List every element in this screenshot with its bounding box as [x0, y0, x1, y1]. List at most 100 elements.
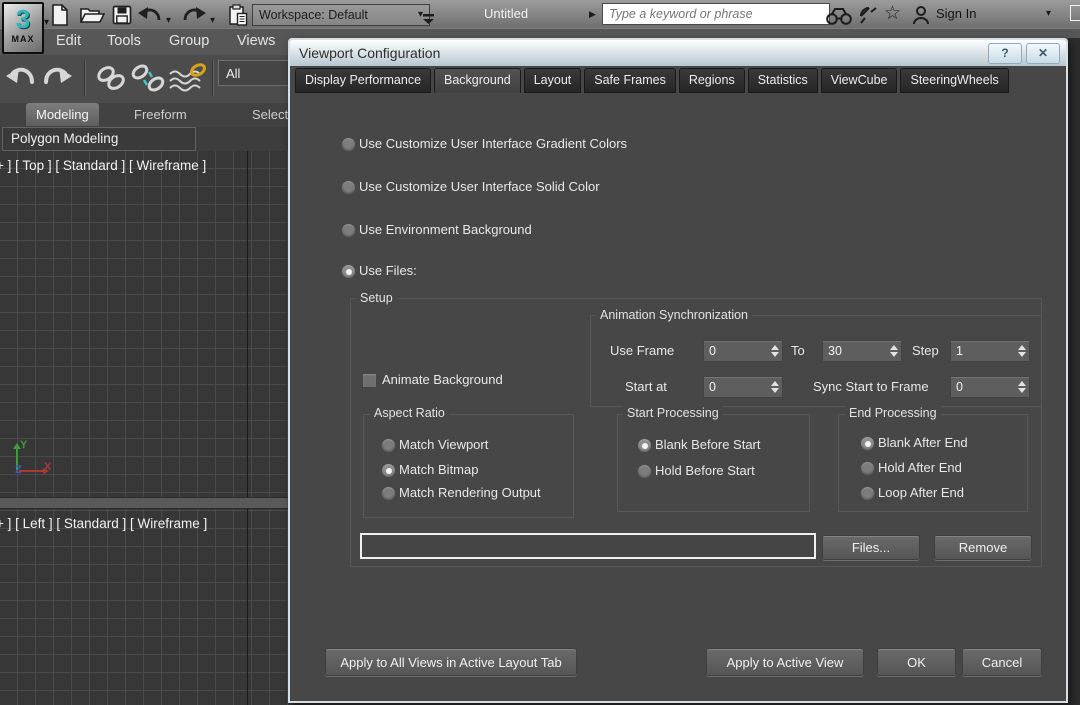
radio-hold-after-end[interactable]	[860, 461, 875, 476]
unlink-selection-icon[interactable]	[130, 63, 166, 98]
step-spinner[interactable]: 1	[950, 340, 1030, 362]
start-at-spinner[interactable]: 0	[703, 376, 783, 398]
dialog-title-bar[interactable]: Viewport Configuration ? ✕	[290, 40, 1066, 66]
sync-start-to-frame-label: Sync Start to Frame	[813, 379, 929, 394]
spinner-arrows-icon[interactable]	[887, 341, 901, 361]
help-button[interactable]: ?	[988, 43, 1022, 64]
radio-match-rendering-output-label[interactable]: Match Rendering Output	[399, 485, 541, 500]
viewport-splitter[interactable]	[0, 497, 292, 509]
undo-icon[interactable]	[138, 4, 162, 26]
tab-background[interactable]: Background	[434, 68, 521, 93]
logo-max: MAX	[4, 34, 42, 44]
redo-dropdown-caret[interactable]: ▾	[210, 10, 215, 32]
radio-blank-after-end-label[interactable]: Blank After End	[878, 435, 968, 450]
sign-in-caret-icon[interactable]: ▾	[1046, 9, 1051, 19]
spinner-arrows-icon[interactable]	[1015, 341, 1029, 361]
radio-blank-before-start-label[interactable]: Blank Before Start	[655, 437, 761, 452]
select-and-link-icon[interactable]	[94, 63, 128, 98]
ribbon-tab-bar: Modeling Freeform Selection	[0, 103, 292, 127]
radio-use-environment-background[interactable]	[341, 223, 356, 238]
sign-in-label[interactable]: Sign In	[936, 6, 976, 21]
app-menu-caret-icon[interactable]: ▾	[44, 18, 49, 28]
animate-background-label[interactable]: Animate Background	[382, 372, 503, 387]
radio-match-bitmap-label[interactable]: Match Bitmap	[399, 462, 478, 477]
radio-hold-after-end-label[interactable]: Hold After End	[878, 460, 962, 475]
viewport-configuration-dialog: Viewport Configuration ? ✕ Display Perfo…	[288, 38, 1068, 703]
menu-tools[interactable]: Tools	[107, 33, 141, 49]
search-input[interactable]	[602, 3, 830, 25]
radio-loop-after-end[interactable]	[860, 486, 875, 501]
search-binoculars-icon[interactable]	[826, 5, 852, 27]
new-scene-icon[interactable]	[50, 4, 70, 26]
radio-use-gradient-colors[interactable]	[341, 137, 356, 152]
animate-background-checkbox[interactable]	[362, 373, 377, 388]
remove-button[interactable]: Remove	[934, 535, 1032, 560]
radio-match-viewport[interactable]	[381, 438, 396, 453]
tab-safe-frames[interactable]: Safe Frames	[584, 68, 676, 93]
undo-scene-icon[interactable]	[4, 64, 36, 97]
tab-viewcube[interactable]: ViewCube	[821, 68, 898, 93]
search-expand-icon[interactable]: ▶	[589, 9, 596, 19]
spinner-arrows-icon[interactable]	[1015, 377, 1029, 397]
radio-blank-before-start[interactable]	[637, 438, 652, 453]
start-processing-group-label: Start Processing	[623, 406, 723, 420]
to-spinner[interactable]: 30	[822, 340, 902, 362]
spinner-arrows-icon[interactable]	[768, 341, 782, 361]
redo-scene-icon[interactable]	[42, 64, 74, 97]
radio-blank-after-end[interactable]	[860, 436, 875, 451]
menu-views[interactable]: Views	[237, 33, 275, 49]
end-processing-group-label: End Processing	[845, 406, 941, 420]
apply-all-views-button[interactable]: Apply to All Views in Active Layout Tab	[325, 648, 577, 676]
viewport-left-label[interactable]: + ] [ Left ] [ Standard ] [ Wireframe ]	[0, 516, 207, 531]
workspace-label: Workspace: Default	[259, 8, 368, 22]
communication-center-icon[interactable]	[858, 4, 878, 26]
ribbon-panel-row: Polygon Modeling	[0, 127, 292, 151]
3dsmax-application-button[interactable]: 3 MAX	[2, 2, 44, 54]
apply-active-view-button[interactable]: Apply to Active View	[706, 648, 864, 676]
tab-statistics[interactable]: Statistics	[748, 68, 818, 93]
menu-group[interactable]: Group	[169, 33, 209, 49]
radio-match-viewport-label[interactable]: Match Viewport	[399, 437, 488, 452]
radio-loop-after-end-label[interactable]: Loop After End	[878, 485, 964, 500]
tab-display-performance[interactable]: Display Performance	[295, 68, 431, 93]
radio-match-rendering-output[interactable]	[381, 486, 396, 501]
radio-use-gradient-colors-label[interactable]: Use Customize User Interface Gradient Co…	[359, 136, 627, 151]
favorites-star-icon[interactable]: ☆	[884, 2, 901, 25]
radio-use-solid-color[interactable]	[341, 180, 356, 195]
project-folder-icon[interactable]	[228, 4, 249, 26]
viewport-top-label[interactable]: + ] [ Top ] [ Standard ] [ Wireframe ]	[0, 158, 206, 173]
ribbon-tab-freeform[interactable]: Freeform	[124, 103, 197, 126]
close-button[interactable]: ✕	[1026, 43, 1060, 64]
ribbon-tab-modeling[interactable]: Modeling	[26, 103, 99, 126]
bind-to-space-warp-icon[interactable]	[168, 62, 208, 99]
radio-use-files-label[interactable]: Use Files:	[359, 263, 417, 278]
axis-x-line	[19, 470, 43, 472]
minimize-toolbar-icon[interactable]	[422, 8, 435, 30]
spinner-arrows-icon[interactable]	[768, 377, 782, 397]
cancel-button[interactable]: Cancel	[962, 648, 1042, 676]
open-file-icon[interactable]	[80, 4, 105, 26]
grid-major-line	[247, 151, 248, 705]
radio-match-bitmap[interactable]	[381, 463, 396, 478]
ok-button[interactable]: OK	[877, 648, 956, 676]
polygon-modeling-panel[interactable]: Polygon Modeling	[2, 127, 196, 151]
files-button[interactable]: Files...	[822, 535, 920, 560]
use-frame-spinner[interactable]: 0	[703, 340, 783, 362]
menu-edit[interactable]: Edit	[56, 33, 81, 49]
tab-regions[interactable]: Regions	[679, 68, 745, 93]
radio-use-files[interactable]	[341, 264, 356, 279]
workspace-dropdown[interactable]: Workspace: Default ▾	[252, 4, 430, 26]
undo-dropdown-caret[interactable]: ▾	[166, 10, 171, 32]
tab-steeringwheels[interactable]: SteeringWheels	[900, 68, 1008, 93]
viewport-area[interactable]: + ] [ Top ] [ Standard ] [ Wireframe ] +…	[0, 151, 292, 705]
radio-hold-before-start-label[interactable]: Hold Before Start	[655, 463, 755, 478]
radio-use-environment-background-label[interactable]: Use Environment Background	[359, 222, 532, 237]
save-file-icon[interactable]	[112, 4, 132, 26]
sign-in-person-icon[interactable]	[912, 4, 930, 26]
radio-hold-before-start[interactable]	[637, 464, 652, 479]
background-file-field[interactable]	[360, 533, 816, 559]
tab-layout[interactable]: Layout	[524, 68, 582, 93]
redo-icon[interactable]	[182, 4, 206, 26]
sync-start-to-frame-spinner[interactable]: 0	[950, 376, 1030, 398]
radio-use-solid-color-label[interactable]: Use Customize User Interface Solid Color	[359, 179, 600, 194]
